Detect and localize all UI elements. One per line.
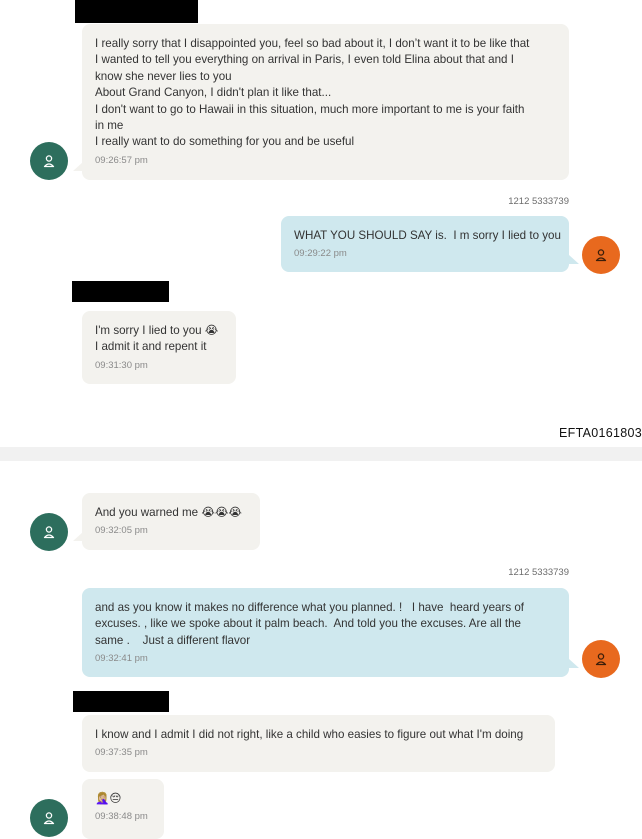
message-line: I wanted to tell you everything on arriv… xyxy=(95,53,514,67)
message-timestamp: 09:31:30 pm xyxy=(95,359,148,371)
incoming-message: 🤦🏼‍♀️😔 09:38:48 pm xyxy=(82,779,164,839)
message-line: About Grand Canyon, I didn't plan it lik… xyxy=(95,86,332,100)
message-line: and as you know it makes no difference w… xyxy=(95,601,525,614)
message-line: know she never lies to you xyxy=(95,69,232,83)
message-timestamp: 09:37:35 pm xyxy=(95,747,148,759)
incoming-message: And you warned me 😭😭😭 09:32:05 pm xyxy=(82,493,260,550)
contact-avatar[interactable] xyxy=(30,142,68,180)
person-icon xyxy=(595,249,607,262)
message-timestamp: 09:32:05 pm xyxy=(95,525,148,537)
bubble-tail xyxy=(73,162,83,171)
bubble-tail xyxy=(569,659,579,668)
message-line: I admit it and repent it xyxy=(95,340,207,354)
message-text: WHAT YOU SHOULD SAY is. I m sorry I lied… xyxy=(294,228,561,244)
message-line: excuses. , like we spoke about it palm b… xyxy=(95,617,521,631)
message-text: and as you know it makes no difference w… xyxy=(95,600,556,649)
message-line: 🤦🏼‍♀️😔 xyxy=(95,792,122,805)
message-timestamp: 09:26:57 pm xyxy=(95,154,148,166)
message-line: I really sorry that I disappointed you, … xyxy=(95,37,530,50)
message-timestamp: 09:32:41 pm xyxy=(95,653,148,665)
outgoing-message: and as you know it makes no difference w… xyxy=(82,588,569,677)
redacted-sender-name xyxy=(73,691,169,712)
message-line: same . Just a different flavor xyxy=(95,633,251,647)
message-line: in me xyxy=(95,119,124,133)
person-icon xyxy=(43,812,55,825)
bubble-tail xyxy=(73,532,83,541)
contact-avatar[interactable] xyxy=(30,799,68,837)
person-icon xyxy=(43,155,55,168)
user-avatar[interactable] xyxy=(582,640,620,678)
message-line: I'm sorry I lied to you 😭 xyxy=(95,324,219,337)
message-text: 🤦🏼‍♀️😔 xyxy=(95,791,151,807)
message-line: I really want to do something for you an… xyxy=(95,135,355,149)
message-line: And you warned me 😭😭😭 xyxy=(95,506,242,519)
message-text: And you warned me 😭😭😭 xyxy=(95,505,247,521)
contact-avatar[interactable] xyxy=(30,513,68,551)
sender-number: 1212 5333739 xyxy=(508,567,569,578)
outgoing-message: WHAT YOU SHOULD SAY is. I m sorry I lied… xyxy=(281,216,569,272)
person-icon xyxy=(43,526,55,539)
message-text: I'm sorry I lied to you 😭 I admit it and… xyxy=(95,323,223,356)
page-break xyxy=(0,447,642,461)
incoming-message: I'm sorry I lied to you 😭 I admit it and… xyxy=(82,311,236,384)
document-id: EFTA0161803 xyxy=(559,426,642,440)
bubble-tail xyxy=(569,255,579,264)
message-line: I know and I admit I did not right, like… xyxy=(95,728,524,741)
message-line: I don't want to go to Hawaii in this sit… xyxy=(95,102,525,116)
message-text: I know and I admit I did not right, like… xyxy=(95,727,542,743)
incoming-message: I know and I admit I did not right, like… xyxy=(82,715,555,772)
incoming-message: I really sorry that I disappointed you, … xyxy=(82,24,569,180)
message-line: WHAT YOU SHOULD SAY is. I m sorry I lied… xyxy=(294,229,561,242)
person-icon xyxy=(595,653,607,666)
message-timestamp: 09:29:22 pm xyxy=(294,248,347,260)
redacted-sender-name xyxy=(72,281,169,302)
user-avatar[interactable] xyxy=(582,236,620,274)
message-timestamp: 09:38:48 pm xyxy=(95,811,148,823)
redacted-sender-name xyxy=(75,0,198,23)
sender-number: 1212 5333739 xyxy=(508,196,569,207)
message-text: I really sorry that I disappointed you, … xyxy=(95,36,556,151)
